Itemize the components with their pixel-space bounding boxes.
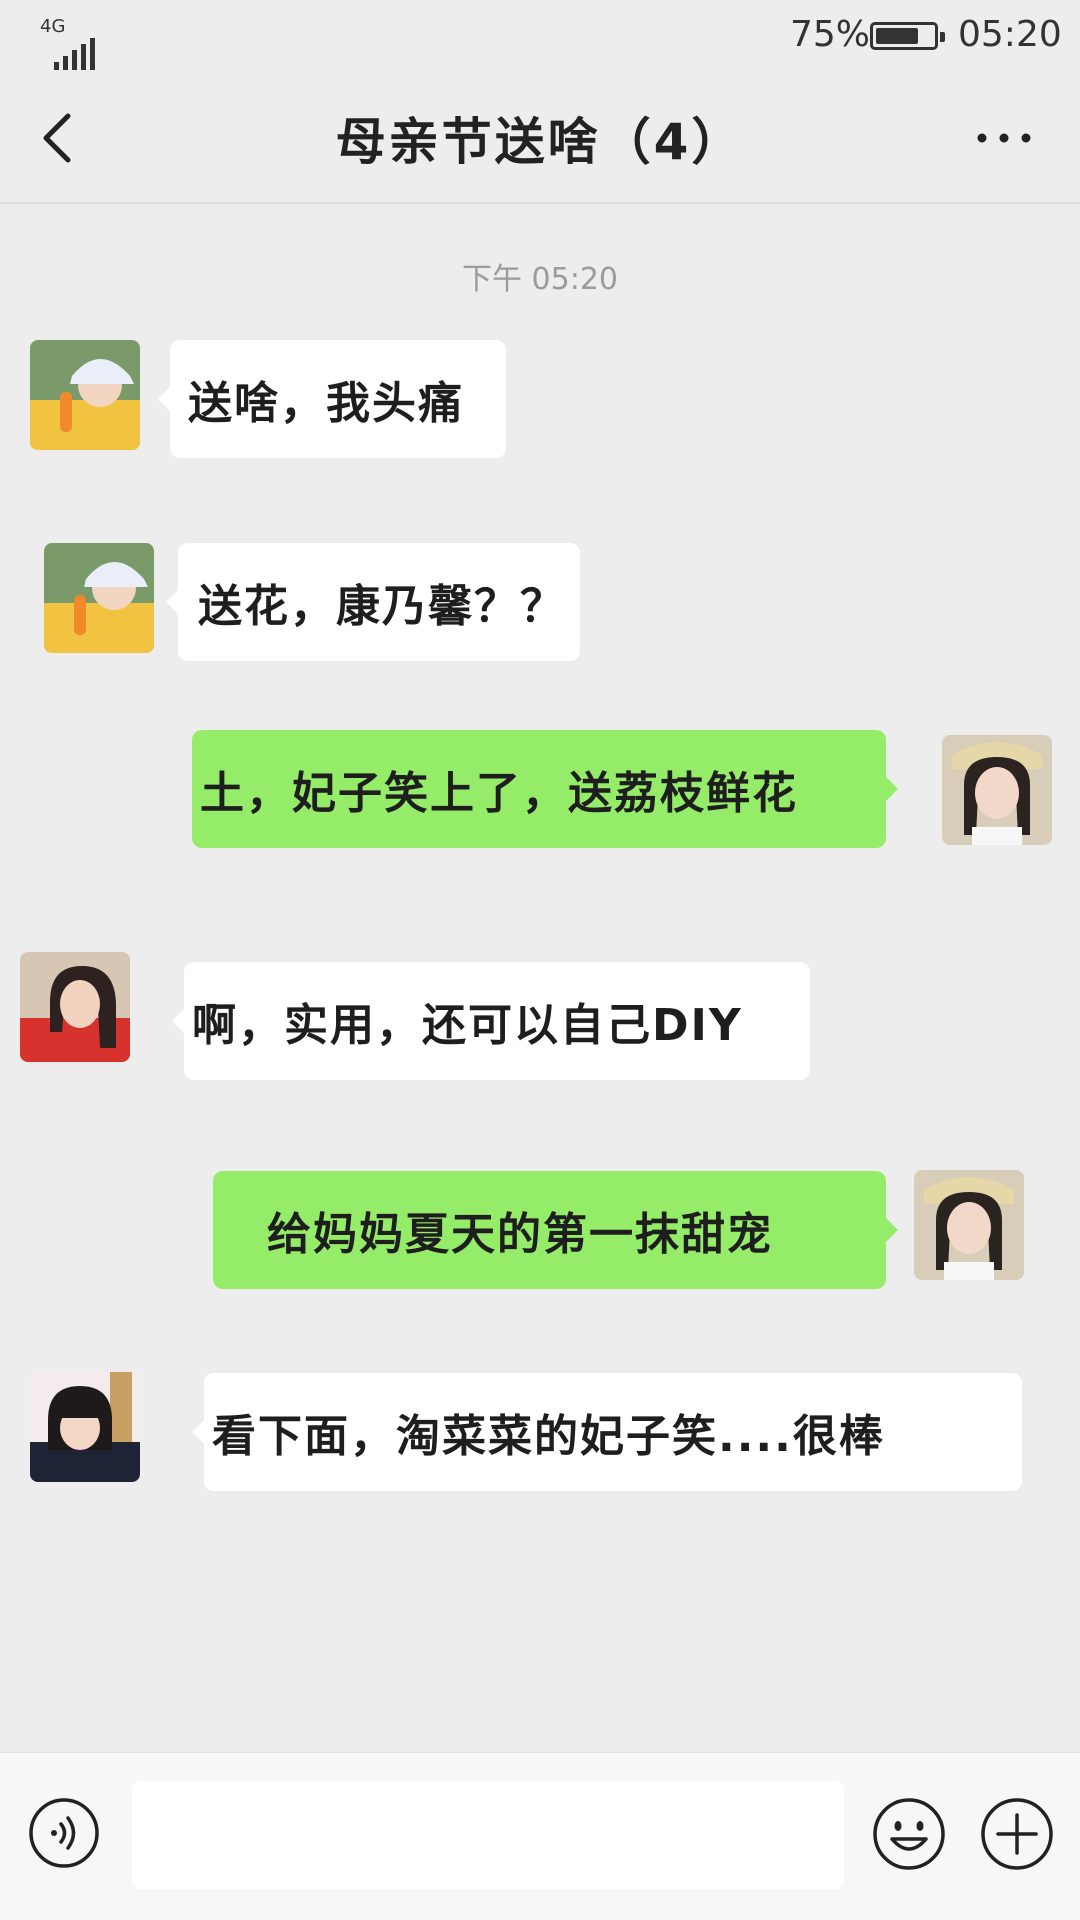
status-time: 05:20 [958,14,1062,55]
emoji-icon[interactable] [872,1797,946,1871]
chat-screen: 4G 75% 05:20 母亲节送啥（4） 下午 05:20 送啥，我头痛 送花… [0,0,1080,1920]
message-input[interactable] [132,1781,844,1889]
avatar[interactable] [44,543,154,653]
message-bubble[interactable]: 给妈妈夏天的第一抹甜宠 [213,1171,898,1289]
message-bubble[interactable]: 看下面，淘菜菜的妃子笑....很棒 [192,1373,1022,1491]
more-dots-icon[interactable] [976,128,1032,148]
message-input-bar [0,1752,1080,1920]
avatar[interactable] [30,340,140,450]
message-bubble[interactable]: 送啥，我头痛 [158,340,506,458]
voice-icon[interactable] [28,1797,100,1869]
message-bubble[interactable]: 土，妃子笑上了，送荔枝鲜花 [192,730,898,848]
status-bar: 4G 75% 05:20 [0,0,1080,72]
message-bubble[interactable]: 送花，康乃馨？？ [166,543,580,661]
chat-header: 母亲节送啥（4） [0,72,1080,204]
signal-icon: 4G [40,16,98,70]
battery-fill [876,28,918,44]
avatar[interactable] [942,735,1052,845]
plus-circle-icon[interactable] [980,1797,1054,1871]
message-timestamp: 下午 05:20 [462,262,618,297]
message-text: 土，妃子笑上了，送荔枝鲜花 [200,768,798,819]
message-text: 送啥，我头痛 [188,378,464,429]
chat-title: 母亲节送啥（4） [335,113,745,171]
message-bubble[interactable]: 啊，实用，还可以自己DIY [172,962,810,1080]
message-text: 啊，实用，还可以自己DIY [192,1000,743,1051]
avatar[interactable] [30,1372,140,1482]
message-text: 给妈妈夏天的第一抹甜宠 [267,1209,773,1260]
message-text: 送花，康乃馨？？ [198,581,566,632]
avatar[interactable] [20,952,130,1062]
network-type: 4G [40,16,66,37]
message-text: 看下面，淘菜菜的妃子笑....很棒 [212,1411,885,1462]
avatar[interactable] [914,1170,1024,1280]
battery-icon [870,22,945,50]
battery-percent: 75% [790,14,871,55]
